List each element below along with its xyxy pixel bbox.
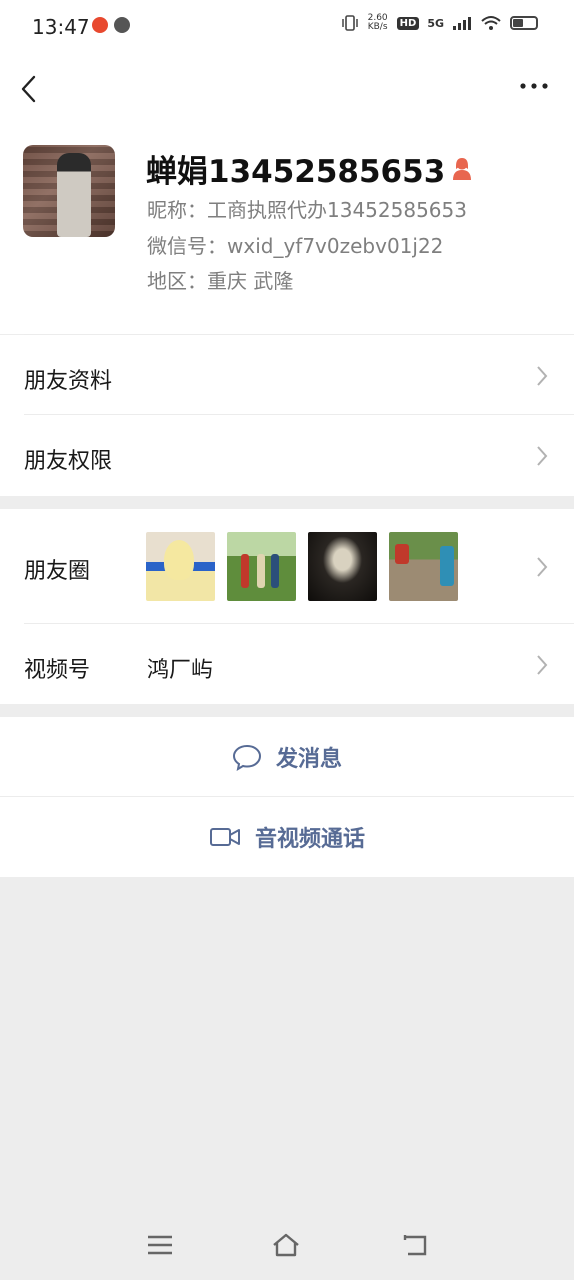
channels-name: 鸿厂屿 [147,658,214,683]
friend-permissions-label: 朋友权限 [24,449,113,474]
network-speed: 2.60 KB/s [367,14,389,32]
system-nav-bar [0,1210,574,1280]
moments-label: 朋友圈 [24,559,91,584]
home-icon[interactable] [271,1232,301,1258]
network-type: 5G [427,16,444,30]
send-message-label: 发消息 [275,747,342,772]
status-time: 13:47 [32,15,90,39]
moments-thumbnail [146,532,215,601]
avatar-figure [57,153,91,237]
top-bar [0,54,574,124]
channels-label: 视频号 [24,658,91,683]
chevron-right-icon [537,655,548,675]
chat-bubble-icon [232,744,261,771]
friend-info-label: 朋友资料 [24,369,113,394]
moments-thumbnail [389,532,458,601]
contact-name: 蝉娟13452585653 [146,154,446,190]
back-nav-icon[interactable] [400,1232,430,1258]
region: 地区：重庆 武隆 [147,269,294,293]
video-call-button[interactable]: 音视频通话 [0,797,574,877]
hd-badge: HD [396,16,420,30]
moments-thumbnails [146,532,458,601]
notification-icons [92,17,130,33]
status-right-icons: 2.60 KB/s HD 5G [341,14,538,32]
chevron-right-icon [537,446,548,466]
friend-permissions-cell[interactable]: 朋友权限 [0,415,574,496]
wechat-notification-icon [114,17,130,33]
back-icon[interactable] [16,72,44,106]
wechat-id: 微信号：wxid_yf7v0zebv01j22 [147,234,444,258]
nickname: 昵称：工商执照代办13452585653 [147,198,467,222]
profile-header: 蝉娟13452585653 昵称：工商执照代办13452585653 微信号：w… [0,124,574,335]
name-row: 蝉娟13452585653 [146,146,473,191]
moments-cell[interactable]: 朋友圈 [0,509,574,624]
menu-icon[interactable] [145,1232,175,1258]
video-call-label: 音视频通话 [254,827,365,852]
avatar[interactable] [23,145,115,237]
moments-thumbnail [308,532,377,601]
signal-icon [453,17,471,30]
app-notification-icon [92,17,108,33]
female-icon [453,157,472,180]
chevron-right-icon [537,366,548,386]
speed-unit: KB/s [367,22,388,32]
battery-icon [510,16,538,30]
wifi-icon [481,16,501,30]
status-bar: 13:47 2.60 KB/s HD 5G [0,0,574,54]
channels-cell[interactable]: 视频号 鸿厂屿 [0,624,574,704]
video-camera-icon [209,828,240,846]
send-message-button[interactable]: 发消息 [0,717,574,797]
more-icon[interactable] [518,76,550,96]
vibrate-icon [341,15,358,31]
moments-thumbnail [227,532,296,601]
friend-info-cell[interactable]: 朋友资料 [0,335,574,415]
chevron-right-icon [537,557,548,577]
